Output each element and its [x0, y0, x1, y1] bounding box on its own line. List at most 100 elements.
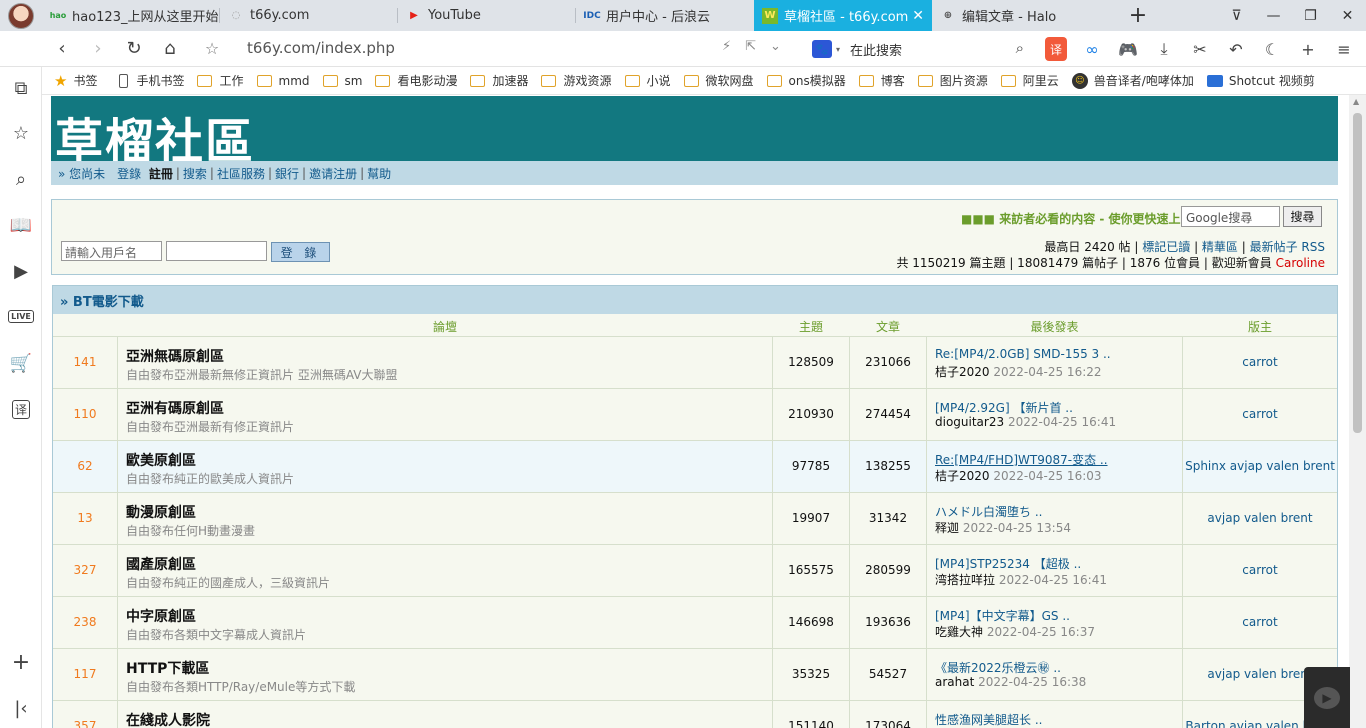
bookmark-item[interactable]: 手机书签	[119, 72, 184, 89]
search-button[interactable]: 搜尋	[1283, 206, 1322, 227]
forward-button[interactable]: ›	[80, 31, 116, 67]
reload-button[interactable]: ↻	[116, 31, 152, 67]
engine-dropdown-icon[interactable]: ▾	[836, 45, 840, 54]
latest-posts-link[interactable]: 最新帖子 RSS	[1250, 240, 1325, 254]
last-post-user[interactable]: 桔子2020	[935, 469, 990, 483]
bookmark-item[interactable]: 看电影动漫	[375, 72, 457, 89]
download-icon[interactable]: ⤓	[1146, 37, 1182, 61]
last-post-user[interactable]: dioguitar23	[935, 415, 1004, 429]
sidebar-extension-icon[interactable]: ⧉	[0, 75, 42, 101]
password-input[interactable]	[166, 241, 267, 261]
scroll-thumb[interactable]	[1353, 113, 1362, 433]
bookmark-item[interactable]: ☺ 兽音译者/咆哮体加	[1071, 72, 1194, 89]
bookmark-item[interactable]: 游戏资源	[541, 72, 612, 89]
username-input[interactable]: 請輸入用戶名	[61, 241, 162, 261]
bookmark-item[interactable]: ★ 书签	[54, 72, 97, 90]
search-box[interactable]: 🐾 ▾ 在此搜索 ⌕	[812, 36, 1030, 62]
moderator-links[interactable]: avjap valen brent	[1183, 511, 1337, 525]
tab-5[interactable]: ⊕ 编辑文章 - Halo	[932, 0, 1118, 31]
gamepad-icon[interactable]: 🎮	[1110, 37, 1146, 61]
new-tab-button[interactable]: +	[1118, 0, 1158, 31]
sidebar-cart-icon[interactable]: 🛒	[0, 350, 42, 376]
baidu-paw-icon[interactable]: 🐾	[812, 40, 832, 58]
tab-3[interactable]: IDC 用户中心 - 后浪云	[576, 0, 754, 31]
sidebar-reader-icon[interactable]: 📖	[0, 212, 42, 238]
login-button[interactable]: 登 錄	[271, 242, 330, 262]
moderator-links[interactable]: Sphinx avjap valen brent	[1183, 459, 1337, 473]
nav-link[interactable]: 登錄	[117, 165, 141, 182]
forum-title-link[interactable]: 亞洲無碼原創區	[126, 346, 224, 366]
tab-4[interactable]: W 草榴社區 - t66y.com ✕	[754, 0, 932, 31]
sidebar-favorites-icon[interactable]: ☆	[0, 120, 42, 146]
bookmark-item[interactable]: mmd	[256, 74, 310, 88]
close-tab-icon[interactable]: ✕	[912, 8, 924, 24]
last-post-user[interactable]: arahat	[935, 675, 974, 689]
forum-title-link[interactable]: 在綫成人影院	[126, 710, 210, 728]
floating-video-button[interactable]: ▶	[1304, 667, 1350, 728]
google-search-input[interactable]: Google搜尋	[1181, 206, 1280, 227]
sidebar-live-icon[interactable]: LIVE	[0, 303, 42, 329]
last-post-link[interactable]: Re:[MP4/2.0GB] SMD-155 3 ..	[935, 347, 1111, 361]
lightning-icon[interactable]: ⚡	[722, 39, 731, 54]
translate-icon[interactable]: 译	[1045, 37, 1067, 61]
last-post-link[interactable]: 性感渔网美腿超长 ..	[935, 711, 1042, 728]
nav-link[interactable]: 銀行	[275, 165, 299, 182]
pin-window-icon[interactable]: ⊽	[1218, 0, 1255, 31]
back-button[interactable]: ‹	[44, 31, 80, 67]
search-icon[interactable]: ⌕	[1016, 39, 1024, 57]
last-post-link[interactable]: [MP4]STP25234 【超极 ..	[935, 555, 1081, 572]
bookmark-item[interactable]: 博客	[858, 72, 905, 89]
bookmark-item[interactable]: 微软网盘	[683, 72, 754, 89]
address-bar[interactable]: t66y.com/index.php	[247, 39, 395, 57]
forum-title-link[interactable]: 中字原創區	[126, 606, 196, 626]
moderator-links[interactable]: carrot	[1183, 355, 1337, 369]
forum-title-link[interactable]: 歐美原創區	[126, 450, 196, 470]
last-post-link[interactable]: [MP4]【中文字幕】GS ..	[935, 607, 1070, 624]
nav-link[interactable]: 邀请注册	[309, 165, 357, 182]
last-post-link[interactable]: Re:[MP4/FHD]WT9087-变态 ..	[935, 451, 1108, 468]
nav-link[interactable]: 註冊	[149, 165, 173, 182]
share-icon[interactable]: ⇱	[745, 39, 756, 54]
menu-icon[interactable]: ≡	[1326, 37, 1362, 61]
bookmark-item[interactable]: 工作	[197, 72, 244, 89]
profile-avatar[interactable]	[0, 0, 42, 31]
last-post-link[interactable]: 《最新2022乐橙云㊙ ..	[935, 659, 1061, 676]
search-input[interactable]: 在此搜索	[850, 40, 902, 59]
bookmark-item[interactable]: Shotcut 视频剪	[1206, 72, 1315, 89]
bookmark-item[interactable]: 阿里云	[1000, 72, 1059, 89]
sidebar-collapse-icon[interactable]: |‹	[0, 695, 42, 721]
undo-icon[interactable]: ↶	[1218, 37, 1254, 61]
page-scrollbar[interactable]: ▲	[1349, 95, 1366, 728]
forum-title-link[interactable]: 動漫原創區	[126, 502, 196, 522]
bookmark-item[interactable]: 图片资源	[917, 72, 988, 89]
nav-link[interactable]: 社區服務	[217, 165, 265, 182]
last-post-user[interactable]: 吃雞大神	[935, 625, 983, 639]
new-member-link[interactable]: Caroline	[1276, 256, 1325, 270]
mark-read-link[interactable]: 標記已讀	[1142, 240, 1190, 254]
nav-link[interactable]: 搜索	[183, 165, 207, 182]
essence-link[interactable]: 精華區	[1202, 240, 1238, 254]
moderator-links[interactable]: carrot	[1183, 563, 1337, 577]
forum-title-link[interactable]: HTTP下載區	[126, 658, 209, 678]
last-post-link[interactable]: [MP4/2.92G] 【新片首 ..	[935, 399, 1073, 416]
sidebar-add-icon[interactable]: +	[0, 649, 42, 675]
night-mode-icon[interactable]: ☾	[1254, 37, 1290, 61]
scroll-up-icon[interactable]: ▲	[1353, 97, 1359, 106]
moderator-links[interactable]: carrot	[1183, 615, 1337, 629]
add-icon[interactable]: +	[1290, 37, 1326, 61]
last-post-link[interactable]: ハメドル白濁堕ち ..	[935, 503, 1042, 520]
visitor-notice[interactable]: ■■■ 来訪者必看的内容 - 使你更快速上	[961, 210, 1181, 227]
tab-2[interactable]: ▶ YouTube	[398, 0, 576, 31]
bookmark-item[interactable]: sm	[322, 74, 362, 88]
forum-title-link[interactable]: 亞洲有碼原創區	[126, 398, 224, 418]
close-window-button[interactable]: ✕	[1329, 0, 1366, 31]
bookmark-item[interactable]: ons模拟器	[766, 72, 846, 89]
scissors-icon[interactable]: ✂	[1182, 37, 1218, 61]
infinity-icon[interactable]: ∞	[1074, 37, 1110, 61]
home-button[interactable]: ⌂	[152, 31, 188, 67]
last-post-user[interactable]: 桔子2020	[935, 365, 990, 379]
last-post-user[interactable]: 释迦	[935, 521, 959, 535]
last-post-user[interactable]: 湾搭拉咩拉	[935, 573, 995, 587]
forum-title-link[interactable]: 國產原創區	[126, 554, 196, 574]
maximize-button[interactable]: ❐	[1292, 0, 1329, 31]
